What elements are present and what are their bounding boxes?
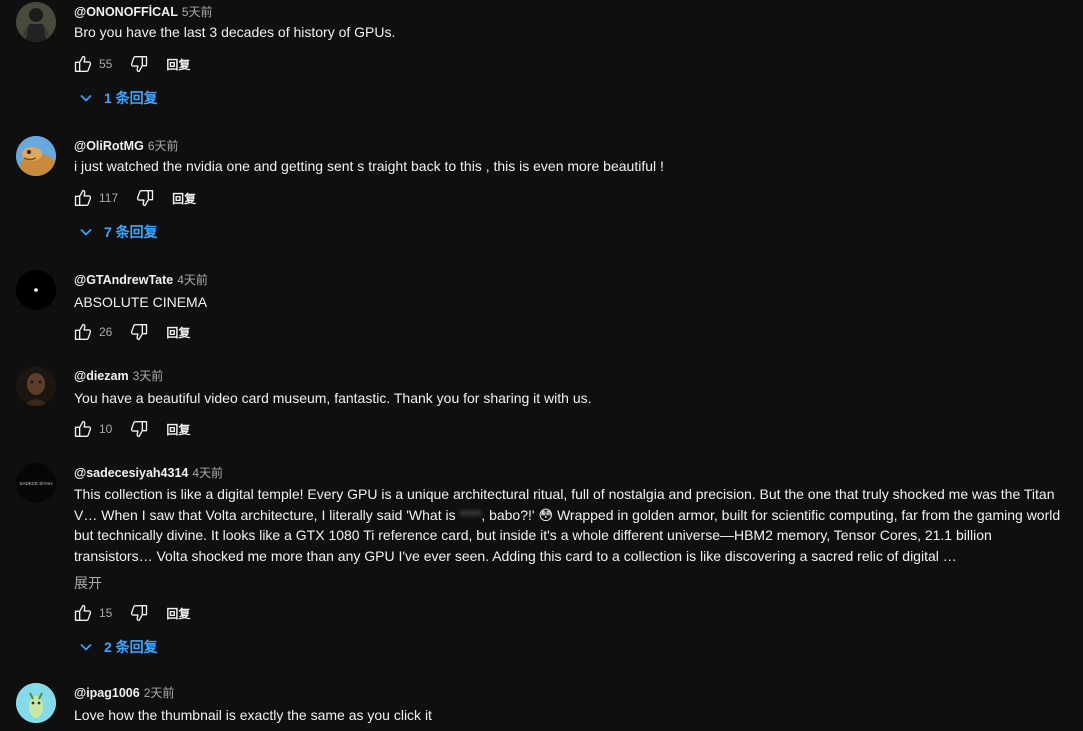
thumb-down-icon (131, 605, 148, 622)
comment-text: You have a beautiful video card museum, … (74, 390, 592, 406)
thumb-up-icon (74, 604, 92, 621)
like-count: 26 (99, 325, 113, 339)
thumb-up-icon (74, 55, 92, 73)
chevron-down-icon (80, 94, 92, 102)
reply-button[interactable]: 回复 (166, 324, 190, 341)
comment-text: Love how the thumbnail is exactly the sa… (74, 707, 432, 723)
comment-actions: 15 回复 (72, 601, 190, 625)
view-replies-button[interactable]: 2 条回复 (78, 637, 158, 657)
comment-time[interactable]: 3天前 (133, 369, 164, 383)
replies-label: 7 条回复 (104, 224, 158, 240)
replies-label: 1 条回复 (104, 90, 158, 106)
thumb-down-icon (137, 190, 154, 207)
thumb-down-icon (131, 421, 148, 438)
thumb-up-icon (74, 189, 92, 206)
avatar[interactable] (16, 683, 56, 723)
view-replies-button[interactable]: 7 条回复 (78, 222, 158, 242)
avatar[interactable] (16, 270, 56, 310)
comment-text: This collection is like a digital temple… (74, 486, 1061, 565)
comment-author[interactable]: @diezam (74, 369, 129, 383)
view-replies-button[interactable]: 1 条回复 (78, 88, 158, 108)
like-count: 10 (99, 422, 113, 436)
comment-actions: 26 回复 (72, 320, 190, 344)
like-button[interactable] (72, 602, 94, 624)
comment-time[interactable]: 6天前 (148, 139, 179, 153)
reply-button[interactable]: 回复 (172, 190, 196, 207)
chevron-down-icon (80, 643, 92, 651)
thumb-up-icon (74, 420, 92, 437)
like-count: 117 (99, 191, 119, 205)
comment-actions: 10 回复 (72, 417, 190, 441)
dislike-button[interactable] (128, 321, 150, 343)
reply-button[interactable]: 回复 (166, 56, 190, 73)
comment-text: i just watched the nvidia one and gettin… (74, 158, 664, 174)
dislike-button[interactable] (134, 187, 156, 209)
like-button[interactable] (72, 53, 94, 75)
comment-author[interactable]: @ONONOFFİCAL (74, 5, 178, 19)
comment-time[interactable]: 4天前 (192, 466, 223, 480)
reply-button[interactable]: 回复 (166, 421, 190, 438)
comment-time[interactable]: 4天前 (177, 273, 208, 287)
thumb-down-icon (131, 56, 148, 73)
obscured-word: **** (459, 506, 482, 523)
replies-label: 2 条回复 (104, 639, 158, 655)
avatar[interactable] (16, 366, 56, 406)
comment-actions: 55 回复 (72, 52, 190, 76)
like-button[interactable] (72, 321, 94, 343)
comment-author[interactable]: @ipag1006 (74, 686, 140, 700)
comment-actions: 117 回复 (72, 186, 196, 210)
dislike-button[interactable] (128, 418, 150, 440)
chevron-down-icon (80, 228, 92, 236)
comment-text: ABSOLUTE CINEMA (74, 294, 208, 310)
expand-button[interactable]: 展开 (74, 573, 102, 593)
comment-text: Bro you have the last 3 decades of histo… (74, 24, 396, 40)
comment-time[interactable]: 5天前 (182, 5, 213, 19)
svg-text:SADECE SİYAH: SADECE SİYAH (20, 480, 53, 486)
like-count: 15 (99, 606, 113, 620)
dislike-button[interactable] (128, 53, 150, 75)
avatar[interactable] (16, 136, 56, 176)
like-button[interactable] (72, 187, 94, 209)
comment-time[interactable]: 2天前 (144, 686, 175, 700)
thumb-up-icon (74, 323, 92, 340)
avatar[interactable] (16, 2, 56, 42)
like-button[interactable] (72, 418, 94, 440)
comment-author[interactable]: @GTAndrewTate (74, 273, 173, 287)
avatar[interactable]: SADECE SİYAH (16, 463, 56, 503)
comment-author[interactable]: @OliRotMG (74, 139, 144, 153)
dislike-button[interactable] (128, 602, 150, 624)
comment-author[interactable]: @sadecesiyah4314 (74, 466, 188, 480)
thumb-down-icon (131, 324, 148, 341)
like-count: 55 (99, 57, 113, 71)
reply-button[interactable]: 回复 (166, 605, 190, 622)
